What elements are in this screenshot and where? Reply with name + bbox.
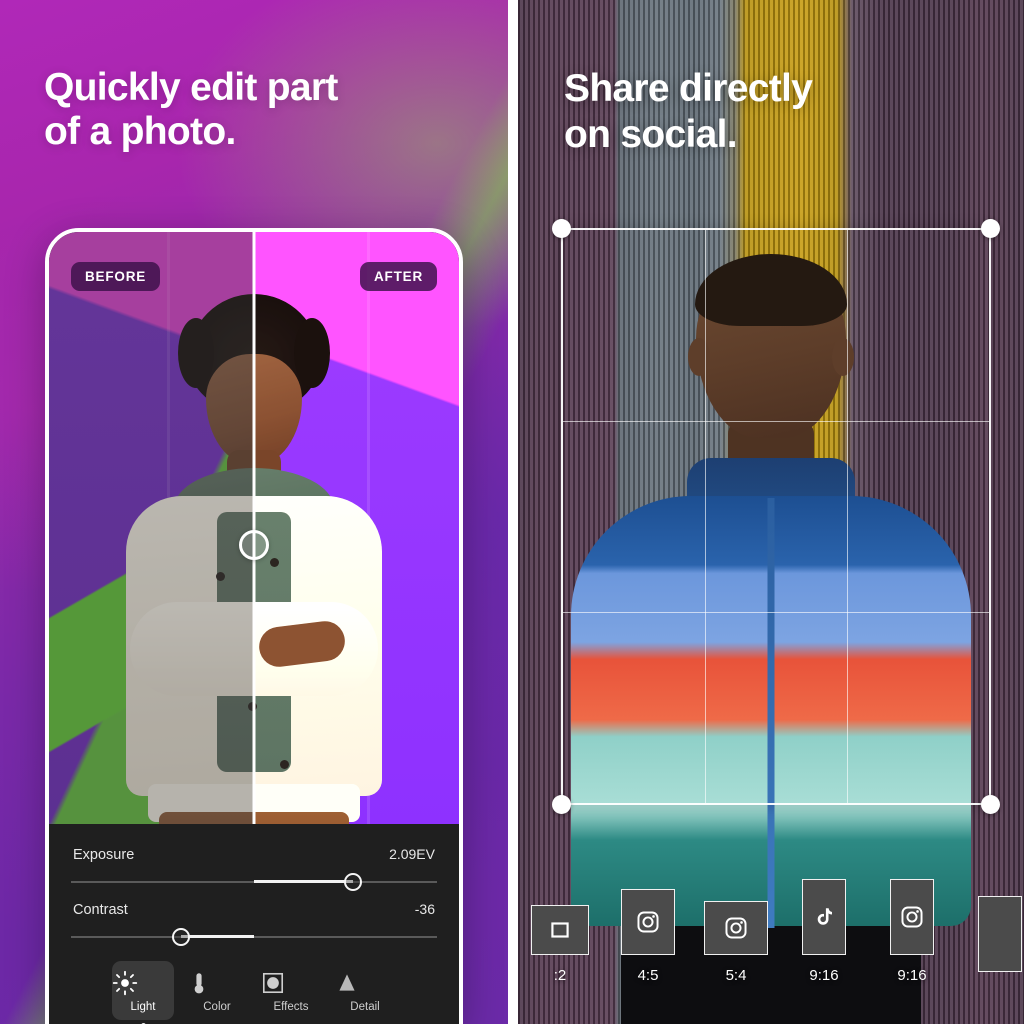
slider-label-contrast: Contrast — [73, 902, 128, 918]
editor-toolbar: Light Color Effects Detail — [49, 961, 459, 1024]
tool-color[interactable]: Color — [186, 961, 248, 1020]
tool-label-color: Color — [203, 1001, 231, 1013]
slider-thumb-contrast[interactable] — [171, 928, 190, 946]
crop-gridline-horizontal — [563, 611, 989, 614]
slider-thumb-exposure[interactable] — [343, 873, 362, 891]
tool-label-detail: Detail — [350, 1001, 380, 1013]
aspect-ratio-label-0: :2 — [553, 967, 567, 984]
status-badge-after: AFTER — [360, 262, 437, 291]
tiktok-icon — [802, 879, 846, 955]
crop-gridline-vertical — [846, 230, 849, 803]
editor-tray: Exposure 2.09EV Contrast -36 Light Color… — [49, 824, 459, 1024]
before-after-photo: BEFORE AFTER — [49, 232, 459, 832]
aspect-ratio-option-0[interactable]: :2 — [524, 905, 596, 984]
slider-track-exposure[interactable] — [71, 873, 437, 891]
tool-light[interactable]: Light — [112, 961, 174, 1024]
aspect-ratio-option-2[interactable]: 5:4 — [700, 901, 772, 984]
phone-mockup-left: BEFORE AFTER Exposure 2.09EV Contrast -3… — [45, 228, 463, 1024]
aspect-ratio-option-1[interactable]: 4:5 — [612, 889, 684, 984]
right-headline-line2: on social. — [564, 113, 738, 157]
slider-value-contrast: -36 — [414, 901, 435, 917]
crop-handle-top-right[interactable] — [981, 219, 1000, 238]
thermometer-icon — [186, 970, 248, 996]
left-headline: Quickly edit part of a photo. — [44, 66, 338, 155]
left-headline-line2: of a photo. — [44, 110, 236, 154]
slider-row-exposure: Exposure 2.09EV — [71, 842, 437, 891]
partial-icon — [978, 896, 1022, 972]
instagram-icon — [704, 901, 768, 955]
jacket-button — [270, 558, 279, 567]
right-feature-panel: Share directly on social. :2 4:5 5:4 9:1… — [518, 0, 1024, 1024]
aspect-ratio-option-3[interactable]: 9:16 — [788, 879, 860, 984]
crop-frame[interactable] — [552, 219, 1000, 814]
before-after-divider-handle[interactable] — [239, 530, 269, 560]
aspect-ratio-label-3: 9:16 — [809, 967, 839, 984]
status-badge-before: BEFORE — [71, 262, 161, 291]
tool-detail[interactable]: Detail — [334, 961, 396, 1020]
slider-value-exposure: 2.09EV — [389, 846, 435, 862]
aspect-ratio-label-2: 5:4 — [725, 967, 747, 984]
tool-label-light: Light — [130, 1001, 156, 1013]
instagram-icon — [621, 889, 675, 955]
crop-handle-bottom-left[interactable] — [552, 795, 571, 814]
effects-icon — [260, 970, 322, 996]
tool-effects[interactable]: Effects — [260, 961, 322, 1020]
aspect-ratio-label-1: 4:5 — [637, 967, 659, 984]
jacket-button — [280, 760, 289, 769]
right-headline-line1: Share directly — [564, 67, 813, 110]
slider-label-exposure: Exposure — [73, 847, 135, 863]
tool-label-effects: Effects — [273, 1001, 309, 1013]
slider-fill — [180, 935, 254, 938]
left-headline-line1: Quickly edit part — [44, 66, 338, 109]
aspect-ratio-option-5[interactable] — [964, 896, 1024, 984]
sun-icon — [112, 970, 174, 996]
slider-fill — [254, 880, 353, 883]
aspect-ratio-selector: :2 4:5 5:4 9:16 9:16 — [518, 879, 1024, 984]
aspect-ratio-label-4: 9:16 — [897, 967, 927, 984]
crop-square-icon — [531, 905, 589, 955]
slider-row-contrast: Contrast -36 — [71, 897, 437, 946]
crop-handle-bottom-right[interactable] — [981, 795, 1000, 814]
aspect-ratio-option-4[interactable]: 9:16 — [876, 879, 948, 984]
triangle-icon — [334, 970, 396, 996]
instagram-icon — [890, 879, 934, 955]
crop-gridline-vertical — [704, 230, 707, 803]
app-screenshot: Quickly edit part of a photo. BEFORE AFT… — [0, 0, 1024, 1024]
left-feature-panel: Quickly edit part of a photo. BEFORE AFT… — [0, 0, 508, 1024]
slider-track-contrast[interactable] — [71, 928, 437, 946]
jacket-button — [216, 572, 225, 581]
slider-rail — [71, 936, 437, 938]
crop-gridline-horizontal — [563, 420, 989, 423]
crop-handle-top-left[interactable] — [552, 219, 571, 238]
right-headline: Share directly on social. — [564, 66, 813, 158]
